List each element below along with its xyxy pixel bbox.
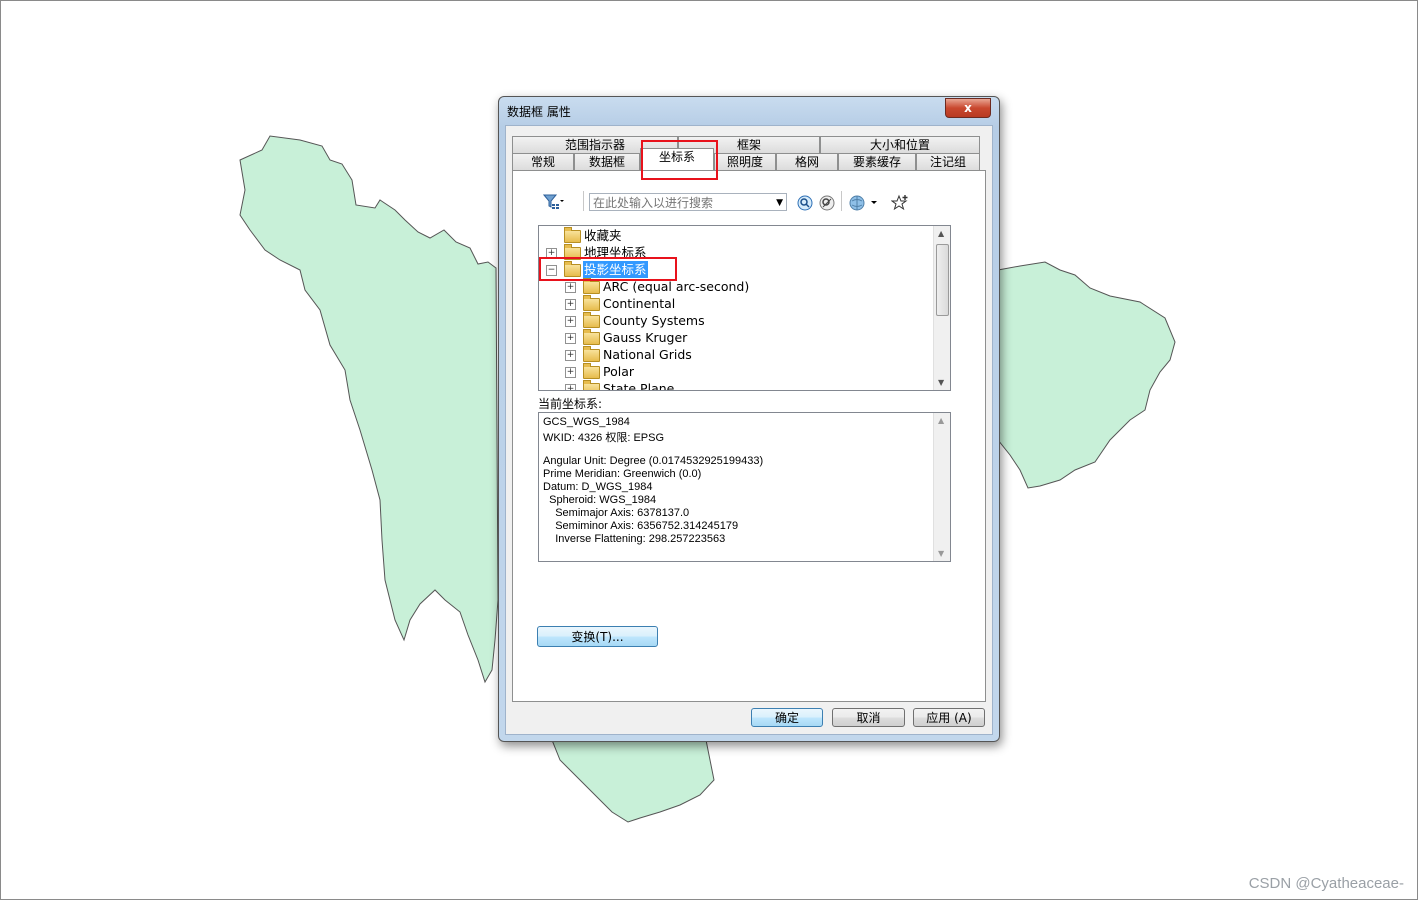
expand-icon[interactable]: + [565,333,576,344]
tab-size-and-position[interactable]: 大小和位置 [820,136,980,153]
expand-icon[interactable]: + [565,367,576,378]
folder-icon [583,295,600,311]
ok-button[interactable]: 确定 [751,708,823,727]
tree-highlight-box [539,257,677,281]
tab-feature-cache[interactable]: 要素缓存 [838,153,916,170]
expand-icon[interactable]: + [565,282,576,293]
cancel-button[interactable]: 取消 [832,708,905,727]
tree-item-favorites[interactable]: 收藏夹 [539,227,934,244]
province-polygon-east [997,261,1176,489]
details-scrollbar[interactable]: ▲ ▼ [933,413,950,561]
search-input[interactable]: ▼ [589,193,787,211]
scroll-up-icon[interactable]: ▲ [938,416,944,425]
expand-icon[interactable]: + [565,384,576,390]
tree-item-label: Polar [603,364,635,379]
tab-data-frame[interactable]: 数据框 [574,153,640,170]
folder-icon [583,363,600,379]
chevron-down-icon[interactable]: ▼ [776,194,783,212]
filter-icon[interactable] [542,193,565,214]
tab-illumination[interactable]: 照明度 [714,153,776,170]
expand-icon[interactable]: + [565,299,576,310]
dialog-client: 范围指示器 框架 大小和位置 常规 数据框 坐标系 照明度 格网 要素缓存 注记… [505,125,993,735]
tree-item-label: State Plane [603,381,675,391]
dialog-title: 数据框 属性 [507,105,571,119]
tree-item-label: 收藏夹 [584,228,622,243]
globe-icon[interactable] [849,194,879,215]
detail-line: Datum: D_WGS_1984 [543,481,653,493]
tree-item-national-grids[interactable]: + National Grids [539,346,934,363]
add-favorite-icon[interactable] [890,194,909,215]
tab-highlight-box [641,140,718,180]
tree-item-state-plane[interactable]: + State Plane [539,380,934,391]
scrollbar-thumb[interactable] [936,244,949,316]
tab-grids[interactable]: 格网 [776,153,838,170]
apply-button[interactable]: 应用 (A) [913,708,985,727]
detail-line: WKID: 4326 权限: EPSG [543,432,665,444]
toolbar-separator [841,191,842,211]
tree-item-gauss-kruger[interactable]: + Gauss Kruger [539,329,934,346]
favorites-folder-icon [564,227,581,243]
close-button[interactable]: x [945,98,991,118]
folder-icon [583,346,600,362]
tab-general[interactable]: 常规 [512,153,574,170]
detail-line: Semiminor Axis: 6356752.314245179 [543,520,739,532]
tree-item-polar[interactable]: + Polar [539,363,934,380]
transform-button[interactable]: 变换(T)... [537,626,658,647]
detail-line: GCS_WGS_1984 [543,416,630,428]
detail-line: Semimajor Axis: 6378137.0 [543,507,690,519]
folder-icon [583,278,600,294]
scroll-down-icon[interactable]: ▼ [938,549,944,558]
tree-item-label: County Systems [603,313,705,328]
scroll-up-icon[interactable]: ▲ [938,229,944,238]
tree-item-label: National Grids [603,347,692,362]
tab-annotation-groups[interactable]: 注记组 [916,153,980,170]
detail-line: Prime Meridian: Greenwich (0.0) [543,468,702,480]
expand-icon[interactable]: + [565,350,576,361]
clear-search-icon[interactable] [819,195,835,214]
tree-item-county-systems[interactable]: + County Systems [539,312,934,329]
watermark: CSDN @Cyatheaceae- [1248,875,1404,892]
province-polygon-south [551,739,715,823]
detail-line: Spheroid: WGS_1984 [543,494,657,506]
tree-item-label: Gauss Kruger [603,330,688,345]
current-coordinate-system-label: 当前坐标系: [538,397,603,411]
detail-line: Angular Unit: Degree (0.0174532925199433… [543,455,764,467]
current-coordinate-system-details[interactable]: GCS_WGS_1984 WKID: 4326 权限: EPSG Angular… [538,412,951,562]
detail-line: Inverse Flattening: 298.257223563 [543,533,726,545]
coordinate-system-panel: ▼ 收藏夹 + [512,170,986,702]
folder-icon [583,380,600,390]
search-field[interactable] [593,196,773,210]
coordinate-system-tree[interactable]: 收藏夹 + 地理坐标系 − 投影坐标系 + ARC (equal arc-sec… [538,225,951,391]
tree-scrollbar[interactable]: ▲ ▼ [933,226,950,390]
folder-icon [583,329,600,345]
toolbar-separator [583,191,584,211]
data-frame-properties-dialog: 数据框 属性 x 范围指示器 框架 大小和位置 常规 数据框 坐标系 照明度 格… [498,96,1000,742]
folder-icon [583,312,600,328]
search-icon[interactable] [797,195,813,214]
tree-item-continental[interactable]: + Continental [539,295,934,312]
scroll-down-icon[interactable]: ▼ [938,378,944,387]
tree-item-label: Continental [603,296,676,311]
expand-icon[interactable]: + [565,316,576,327]
province-polygon [239,135,499,684]
